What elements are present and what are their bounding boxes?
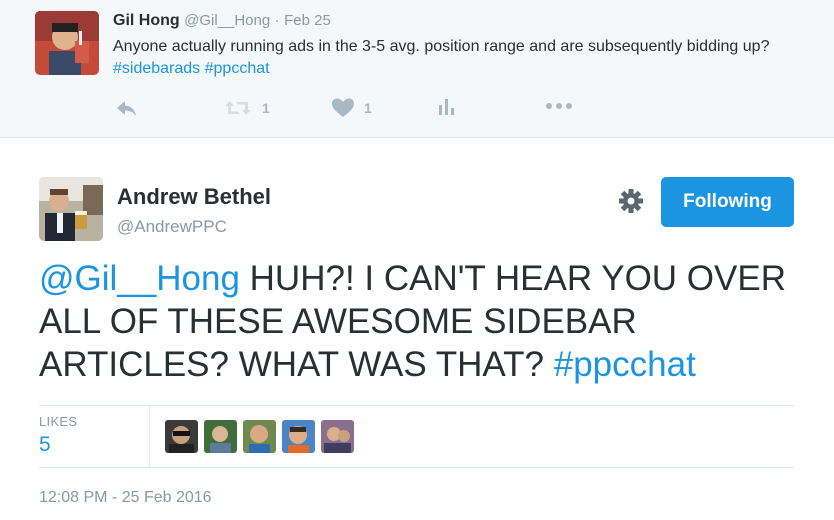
retweet-button[interactable]: 1 [224,98,270,118]
like-count: 1 [364,100,372,116]
gear-icon[interactable] [616,186,646,216]
avatar[interactable] [35,11,99,75]
tweet-text: Anyone actually running ads in the 3-5 a… [113,36,813,80]
avatar[interactable] [39,177,103,241]
mention-link[interactable]: @Gil__Hong [39,259,240,298]
more-button[interactable] [545,100,573,112]
likes-count[interactable]: 5 [39,433,51,457]
parent-tweet-header: Gil Hong @Gil__Hong · Feb 25 [113,12,331,30]
divider [39,467,794,468]
author-handle[interactable]: @Gil__Hong [184,12,270,29]
liker-avatar[interactable] [165,420,198,453]
hashtag-link[interactable]: #sidebarads [113,60,200,77]
analytics-icon [439,99,454,115]
tweet-timestamp[interactable]: 12:08 PM - 25 Feb 2016 [39,489,212,507]
liker-avatar[interactable] [321,420,354,453]
tweet-body: Anyone actually running ads in the 3-5 a… [113,38,770,55]
likes-label[interactable]: LIKES [39,414,77,429]
reply-icon [117,101,136,116]
heart-icon [332,98,354,117]
following-button[interactable]: Following [661,177,794,227]
retweet-count: 1 [262,100,270,116]
separator: · [274,12,280,29]
divider [39,405,794,406]
author-handle[interactable]: @AndrewPPC [117,217,227,237]
reply-button[interactable] [115,98,139,118]
tweet-date[interactable]: Feb 25 [284,12,331,29]
hashtag-link[interactable]: #ppcchat [554,345,696,384]
liker-avatar[interactable] [282,420,315,453]
analytics-button[interactable] [438,98,456,116]
hashtag-link[interactable]: #ppcchat [205,60,270,77]
retweet-icon [225,101,251,115]
more-icon [546,103,572,109]
liker-avatar[interactable] [243,420,276,453]
liker-avatar[interactable] [204,420,237,453]
tweet-text: @Gil__Hong HUH?! I CAN'T HEAR YOU OVER A… [39,257,809,386]
like-button[interactable]: 1 [332,98,372,118]
author-name[interactable]: Andrew Bethel [117,184,271,210]
parent-tweet[interactable]: Gil Hong @Gil__Hong · Feb 25 Anyone actu… [0,0,834,138]
divider [149,405,150,467]
author-name[interactable]: Gil Hong [113,12,180,29]
